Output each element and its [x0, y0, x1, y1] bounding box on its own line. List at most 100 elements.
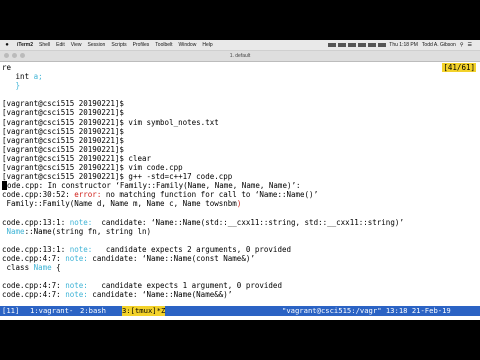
- apple-icon[interactable]: ●: [0, 42, 14, 48]
- shell-prompt-line: [vagrant@csci515 20190221]$ vim symbol_n…: [2, 118, 478, 127]
- terminal-text: [vagrant@csci515 20190221]$ vim code.cpp: [2, 163, 183, 173]
- terminal-text: [vagrant@csci515 20190221]$: [2, 99, 124, 109]
- status-app-icon[interactable]: [328, 43, 337, 47]
- terminal-text: code.cpp:4:7:: [2, 290, 66, 300]
- menu-app-name[interactable]: iTerm2: [14, 42, 36, 48]
- note-label: note:: [69, 217, 93, 227]
- terminal-text: [vagrant@csci515 20190221]$: [2, 126, 124, 136]
- zoom-button[interactable]: [20, 53, 25, 58]
- compiler-output-line: code.cpp:4:7: note: candidate: ‘Name::Na…: [2, 290, 478, 299]
- menu-toolbelt[interactable]: Toolbelt: [152, 42, 175, 48]
- tmux-status-bar: [11] 1:vagrant- 2:bash 3:[tmux]*Z "vagra…: [0, 306, 480, 316]
- terminal-text: re: [2, 63, 12, 72]
- terminal-text: int: [2, 72, 34, 82]
- terminal-line: int a;: [2, 72, 478, 81]
- terminal-text: candidate: ‘Name::Name(Name&&)’: [87, 290, 233, 300]
- compiler-output-line: class Name {: [2, 263, 478, 272]
- close-button[interactable]: [4, 53, 9, 58]
- search-icon[interactable]: ⚲: [458, 42, 466, 48]
- window-controls: [4, 53, 25, 58]
- compiler-output-line: [2, 236, 478, 245]
- tmux-session-name: [11]: [2, 306, 20, 315]
- menubar-clock[interactable]: Thu 1:18 PM: [387, 42, 420, 48]
- terminal-text: class: [2, 263, 34, 273]
- compiler-output-line: code.cpp:13:1: note: candidate expects 2…: [2, 245, 478, 254]
- list-icon[interactable]: ☰: [466, 42, 474, 48]
- menu-help[interactable]: Help: [199, 42, 215, 48]
- menubar-user[interactable]: Todd A. Gibson: [420, 42, 458, 48]
- menu-scripts[interactable]: Scripts: [108, 42, 129, 48]
- compiler-output-line: Name::Name(string fn, string ln): [2, 227, 478, 236]
- menu-window[interactable]: Window: [176, 42, 200, 48]
- menu-edit[interactable]: Edit: [53, 42, 68, 48]
- shell-prompt-line: [vagrant@csci515 20190221]$: [2, 108, 478, 117]
- volume-icon[interactable]: [368, 43, 377, 47]
- terminal-text: [vagrant@csci515 20190221]$ vim symbol_n…: [2, 117, 219, 127]
- terminal-text: [vagrant@csci515 20190221]$ clear: [2, 153, 152, 163]
- tmux-window-1[interactable]: 1:vagrant-: [30, 306, 73, 316]
- compiler-output-line: ode.cpp: In constructor ‘Family::Family(…: [2, 181, 478, 191]
- terminal-text: code.cpp:4:7:: [2, 253, 66, 263]
- window-title: 1. default: [229, 53, 251, 59]
- minimize-button[interactable]: [12, 53, 17, 58]
- note-label: note:: [69, 244, 93, 254]
- note-label: note:: [65, 253, 88, 263]
- wifi-icon[interactable]: [358, 43, 367, 47]
- terminal-text: ;: [38, 72, 43, 82]
- shell-prompt-line: [vagrant@csci515 20190221]$: [2, 136, 478, 145]
- menu-profiles[interactable]: Profiles: [130, 42, 153, 48]
- terminal-text: code.cpp:4:7:: [2, 281, 66, 291]
- shell-prompt-line: [vagrant@csci515 20190221]$: [2, 145, 478, 154]
- terminal-text: candidate expects 1 argument, 0 provided: [87, 281, 282, 291]
- compiler-output-line: Family::Family(Name d, Name m, Name c, N…: [2, 199, 478, 208]
- compiler-output-line: [2, 272, 478, 281]
- terminal-text: [vagrant@csci515 20190221]$: [2, 108, 124, 118]
- screen-frame: ● iTerm2 Shell Edit View Session Scripts…: [0, 40, 480, 320]
- tmux-status-right: "vagrant@csci515:/vagr" 13:18 21-Feb-19: [282, 306, 451, 315]
- terminal-text: ode.cpp: In constructor ‘Family::Family(…: [7, 181, 301, 191]
- terminal-line: }: [2, 81, 478, 90]
- window-titlebar: 1. default: [0, 51, 480, 62]
- terminal-line: re: [2, 63, 478, 72]
- terminal-text: code.cpp:13:1:: [2, 244, 70, 254]
- terminal-text: Family::Family(Name d, Name m, Name c, N…: [2, 199, 237, 209]
- terminal-text: code.cpp:13:1:: [2, 217, 70, 227]
- note-label: note:: [65, 281, 88, 291]
- status-app-icon[interactable]: [338, 43, 347, 47]
- error-label: error:: [74, 190, 102, 200]
- terminal-text: [vagrant@csci515 20190221]$: [2, 135, 124, 145]
- terminal-text: [vagrant@csci515 20190221]$ g++ -std=c++…: [2, 172, 233, 182]
- menu-view[interactable]: View: [68, 42, 85, 48]
- note-label: note:: [65, 290, 88, 300]
- shell-prompt-line: [vagrant@csci515 20190221]$ g++ -std=c++…: [2, 172, 478, 181]
- tmux-window-3-active[interactable]: 3:[tmux]*Z: [122, 306, 166, 316]
- terminal-text: [vagrant@csci515 20190221]$: [2, 144, 124, 154]
- compiler-output-line: code.cpp:13:1: note: candidate: ‘Name::N…: [2, 218, 478, 227]
- tmux-window-2[interactable]: 2:bash: [80, 306, 106, 316]
- shell-prompt-line: [vagrant@csci515 20190221]$: [2, 127, 478, 136]
- terminal-output[interactable]: [41/61] re int a; } [vagrant@csci515 201…: [2, 63, 478, 306]
- menu-session[interactable]: Session: [85, 42, 109, 48]
- compiler-output-line: code.cpp:4:7: note: candidate expects 1 …: [2, 281, 478, 290]
- shell-prompt-line: [vagrant@csci515 20190221]$ vim code.cpp: [2, 163, 478, 172]
- terminal-text: ::Name(string fn, string ln): [24, 226, 152, 236]
- compiler-output-line: code.cpp:4:7: note: candidate: ‘Name::Na…: [2, 254, 478, 263]
- compiler-output-line: [2, 209, 478, 218]
- highlighted-identifier: Name: [33, 263, 52, 273]
- menu-shell[interactable]: Shell: [36, 42, 53, 48]
- battery-icon[interactable]: [378, 43, 387, 47]
- shell-prompt-line: [vagrant@csci515 20190221]$: [2, 99, 478, 108]
- compiler-output-line: code.cpp:30:52: error: no matching funct…: [2, 190, 478, 199]
- vim-match-counter: [41/61]: [442, 63, 476, 73]
- terminal-text: code.cpp:30:52:: [2, 190, 75, 200]
- terminal-text: candidate expects 2 arguments, 0 provide…: [92, 244, 291, 254]
- highlighted-identifier: Name: [6, 226, 25, 236]
- status-app-icon[interactable]: [348, 43, 357, 47]
- terminal-text: {: [51, 263, 61, 273]
- menubar-status-area: Thu 1:18 PM Todd A. Gibson ⚲ ☰: [327, 42, 480, 48]
- macos-menubar: ● iTerm2 Shell Edit View Session Scripts…: [0, 40, 480, 51]
- terminal-text: }: [2, 81, 21, 91]
- error-caret: ): [236, 199, 242, 209]
- terminal-text: candidate: ‘Name::Name(std::__cxx11::str…: [92, 217, 404, 227]
- shell-prompt-line: [vagrant@csci515 20190221]$ clear: [2, 154, 478, 163]
